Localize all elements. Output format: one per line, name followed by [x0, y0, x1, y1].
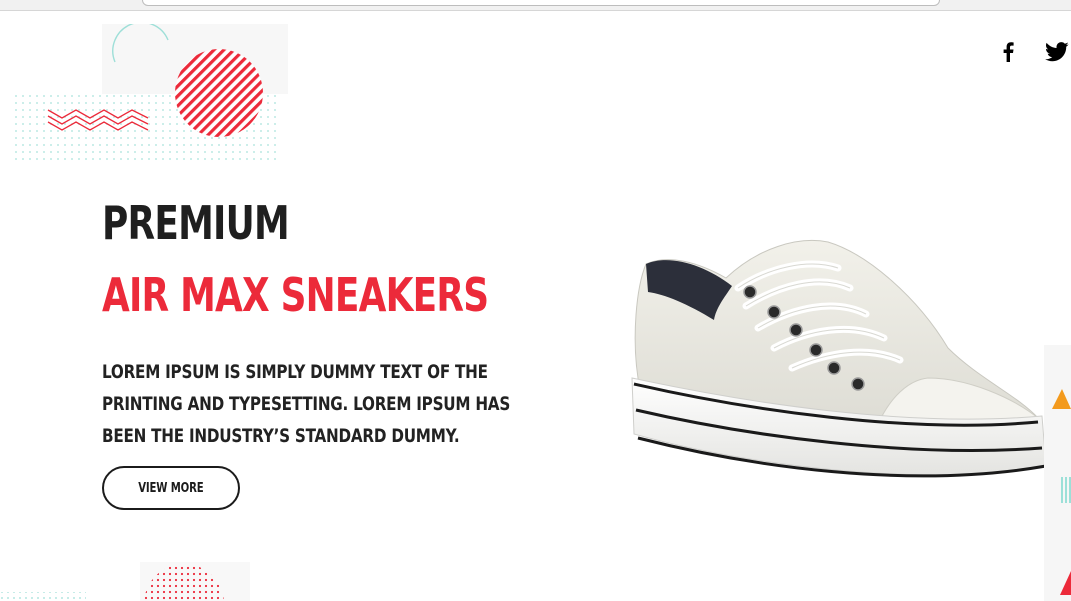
hero-title-line-1: PREMIUM — [102, 196, 290, 250]
hero-title-line-2: AIR MAX SNEAKERS — [102, 268, 489, 322]
twitter-link[interactable] — [1043, 40, 1071, 64]
view-more-label: VIEW MORE — [138, 480, 204, 496]
facebook-link[interactable] — [998, 40, 1018, 64]
decorative-shapes-right — [1044, 345, 1071, 601]
decorative-pattern-bottom — [0, 562, 250, 601]
sneaker-product-image — [631, 240, 1047, 478]
view-more-button[interactable]: VIEW MORE — [102, 466, 240, 510]
browser-toolbar — [0, 0, 1071, 11]
twitter-icon — [1045, 42, 1069, 62]
facebook-icon — [1003, 42, 1014, 62]
address-bar[interactable] — [142, 0, 940, 6]
hero-description: LOREM IPSUM IS SIMPLY DUMMY TEXT OF THE … — [102, 361, 511, 447]
decorative-pattern-top-left — [10, 24, 288, 160]
